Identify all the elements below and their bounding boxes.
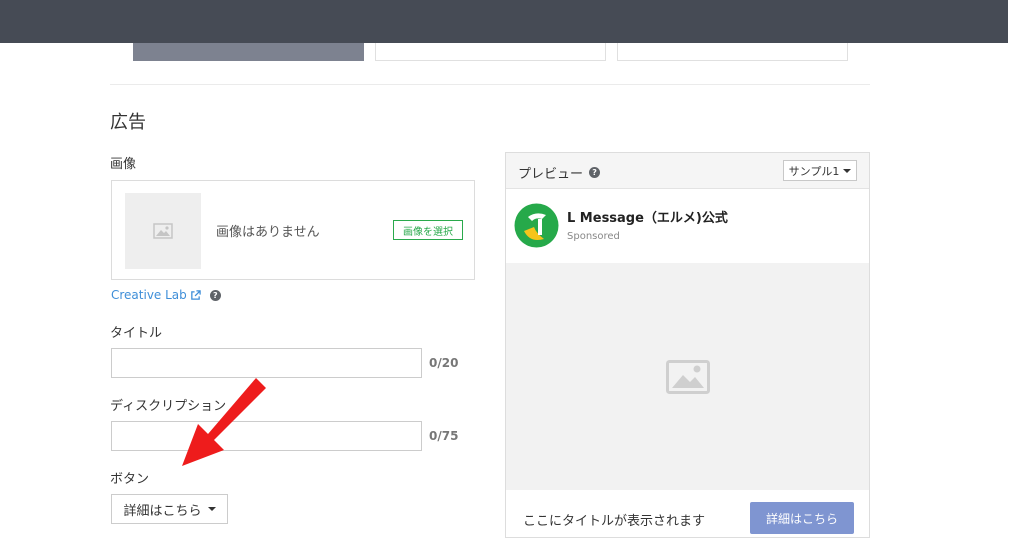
button-type-dropdown[interactable]: 詳細はこちら [111,494,228,524]
description-label: ディスクリプション [110,399,227,414]
chevron-down-icon [843,168,852,173]
section-title: 広告 [110,112,146,133]
sample-selected: サンプル1 [788,164,840,178]
description-counter: 0/75 [429,429,459,443]
help-icon[interactable]: ? [209,289,221,301]
no-image-text: 画像はありません [216,225,320,240]
preview-title-text: プレビュー [518,167,584,182]
image-placeholder [125,193,201,269]
title-label: タイトル [110,326,163,341]
preview-image-area [506,263,869,490]
button-label: ボタン [110,472,150,487]
preview-cta-button[interactable]: 詳細はこちら [750,502,854,534]
preview-footer: ここにタイトルが表示されます 詳細はこちら [506,490,869,537]
external-link-icon [190,289,201,300]
account-avatar-icon [514,203,559,248]
preview-account: L Message（エルメ)公式 Sponsored [506,189,869,263]
top-header-bar [0,0,1008,43]
annotation-arrow-icon [182,378,266,466]
sample-dropdown[interactable]: サンプル1 [783,160,857,181]
image-placeholder-icon [153,223,173,239]
title-counter: 0/20 [429,356,459,370]
preview-header: プレビュー ? サンプル1 [506,153,869,189]
sponsored-label: Sponsored [567,231,620,242]
tab-3[interactable] [617,43,848,61]
image-label: 画像 [110,157,137,172]
image-placeholder-icon [665,359,710,394]
description-input[interactable] [111,421,422,451]
help-icon[interactable]: ? [589,167,601,178]
preview-panel: プレビュー ? サンプル1 L Message（エルメ)公式 Sponsored… [505,152,870,538]
image-upload-box: 画像はありません 画像を選択 [111,180,475,280]
section-divider [110,84,870,85]
title-input[interactable] [111,348,422,378]
creative-lab-label: Creative Lab [111,288,187,302]
account-name: L Message（エルメ)公式 [567,211,728,226]
button-type-selected: 詳細はこちら [123,503,202,519]
tab-2[interactable] [375,43,606,61]
preview-title: プレビュー ? [518,163,601,182]
chevron-down-icon [207,507,216,511]
creative-lab-link[interactable]: Creative Lab ? [111,288,221,302]
tab-1[interactable] [133,43,364,61]
preview-footer-title: ここにタイトルが表示されます [523,514,706,529]
select-image-button[interactable]: 画像を選択 [393,220,463,240]
